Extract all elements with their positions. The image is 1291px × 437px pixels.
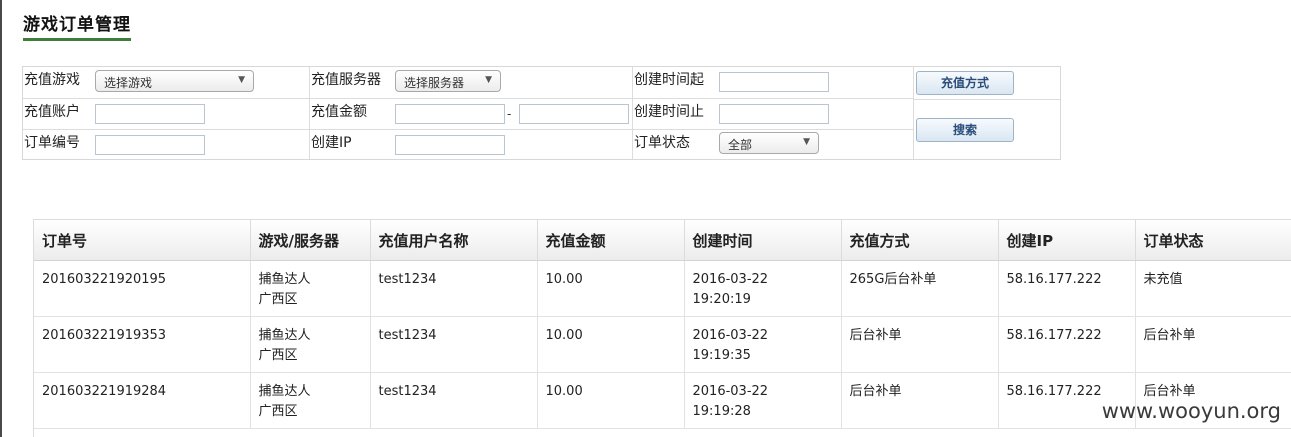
created-time-cell: 2016-03-22 19:19:28 xyxy=(684,372,842,429)
amount-cell: 10.00 xyxy=(537,260,685,317)
created-clock: 19:19:35 xyxy=(692,348,751,363)
game-server-cell: 捕鱼达人 广西区 xyxy=(250,316,371,373)
account-input[interactable] xyxy=(95,104,205,124)
game-server-cell: 捕鱼达人 广西区 xyxy=(250,372,371,429)
amount-separator: - xyxy=(507,107,512,121)
account-label: 充值账户 xyxy=(24,104,80,120)
created-clock: 19:19:28 xyxy=(692,404,751,419)
ip-cell: 58.16.177.222 xyxy=(998,260,1136,317)
created-to-label: 创建时间止 xyxy=(634,104,704,120)
amount-cell: 10.00 xyxy=(537,372,685,429)
game-name: 捕鱼达人 xyxy=(258,328,311,343)
filter-divider xyxy=(913,67,914,159)
pay-method-button[interactable]: 充值方式 xyxy=(916,71,1014,95)
server-name: 广西区 xyxy=(258,404,298,419)
column-header[interactable]: 充值方式 xyxy=(841,220,999,261)
server-select[interactable]: 选择服务器 ▼ xyxy=(395,70,501,92)
column-header[interactable]: 充值用户名称 xyxy=(370,220,538,261)
server-name: 广西区 xyxy=(258,348,298,363)
order-no-cell: 201603221919284 xyxy=(34,372,251,429)
game-label: 充值游戏 xyxy=(24,72,80,88)
table-header-row: 订单号 游戏/服务器 充值用户名称 充值金额 创建时间 充值方式 创建IP 订单… xyxy=(34,220,1291,261)
user-cell: test1234 xyxy=(370,372,538,429)
column-header[interactable]: 订单状态 xyxy=(1135,220,1291,261)
filter-divider xyxy=(309,67,310,159)
status-label: 订单状态 xyxy=(634,135,690,151)
user-cell: test1234 xyxy=(370,316,538,373)
created-time-cell: 2016-03-22 19:19:35 xyxy=(684,316,842,373)
created-from-input[interactable] xyxy=(719,72,829,92)
status-select[interactable]: 全部 ▼ xyxy=(719,132,819,154)
column-header[interactable]: 订单号 xyxy=(34,220,251,261)
pay-method-cell: 后台补单 xyxy=(841,372,999,429)
created-date: 2016-03-22 xyxy=(692,272,769,287)
search-button[interactable]: 搜索 xyxy=(916,118,1014,142)
amount-max-input[interactable] xyxy=(519,104,629,124)
status-cell: 未充值 xyxy=(1135,260,1291,317)
order-no-cell: 201603221919353 xyxy=(34,316,251,373)
created-from-label: 创建时间起 xyxy=(634,72,704,88)
ip-label: 创建IP xyxy=(311,135,352,151)
game-name: 捕鱼达人 xyxy=(258,272,311,287)
status-cell: 后台补单 xyxy=(1135,316,1291,373)
created-clock: 19:20:19 xyxy=(692,292,751,307)
ip-cell: 58.16.177.222 xyxy=(998,316,1136,373)
left-border xyxy=(0,0,2,437)
table-row[interactable]: 201603221919353 捕鱼达人广西区 test1234 10.00 2… xyxy=(34,316,1291,373)
created-to-input[interactable] xyxy=(719,104,829,124)
column-header[interactable]: 创建IP xyxy=(998,220,1136,261)
page: 游戏订单管理 充值游戏 选择游戏 ▼ 充值服务器 选择服务器 ▼ 创建时间起 充… xyxy=(0,0,1291,437)
order-no-label: 订单编号 xyxy=(24,135,80,151)
column-header[interactable]: 游戏/服务器 xyxy=(250,220,371,261)
column-header[interactable]: 充值金额 xyxy=(537,220,685,261)
column-header[interactable]: 创建时间 xyxy=(684,220,842,261)
dropdown-arrow-icon: ▼ xyxy=(803,137,810,147)
order-no-input[interactable] xyxy=(95,135,205,155)
game-server-cell: 捕鱼达人 广西区 xyxy=(250,260,371,317)
page-title: 游戏订单管理 xyxy=(23,10,131,41)
pay-method-cell: 后台补单 xyxy=(841,316,999,373)
table-row[interactable]: 201603221920195 捕鱼达人广西区 test1234 10.00 2… xyxy=(34,260,1291,317)
server-select-value: 选择服务器 xyxy=(404,76,465,90)
amount-min-input[interactable] xyxy=(395,104,505,124)
game-select-value: 选择游戏 xyxy=(104,76,153,90)
server-name: 广西区 xyxy=(258,292,298,307)
created-date: 2016-03-22 xyxy=(692,328,769,343)
filter-divider xyxy=(914,99,1060,100)
watermark: www.wooyun.org xyxy=(1101,399,1281,423)
game-select[interactable]: 选择游戏 ▼ xyxy=(95,70,254,92)
filter-divider xyxy=(632,67,633,159)
status-select-value: 全部 xyxy=(728,138,753,152)
order-no-cell: 201603221920195 xyxy=(34,260,251,317)
user-cell: test1234 xyxy=(370,260,538,317)
amount-cell: 10.00 xyxy=(537,316,685,373)
ip-input[interactable] xyxy=(395,135,505,155)
dropdown-arrow-icon: ▼ xyxy=(238,75,245,85)
amount-label: 充值金额 xyxy=(311,104,367,120)
filter-form: 充值游戏 选择游戏 ▼ 充值服务器 选择服务器 ▼ 创建时间起 充值方式 充值账… xyxy=(22,66,1061,160)
dropdown-arrow-icon: ▼ xyxy=(485,75,492,85)
created-time-cell: 2016-03-22 19:20:19 xyxy=(684,260,842,317)
created-date: 2016-03-22 xyxy=(692,384,769,399)
server-label: 充值服务器 xyxy=(311,72,381,88)
game-name: 捕鱼达人 xyxy=(258,384,311,399)
pay-method-cell: 265G后台补单 xyxy=(841,260,999,317)
